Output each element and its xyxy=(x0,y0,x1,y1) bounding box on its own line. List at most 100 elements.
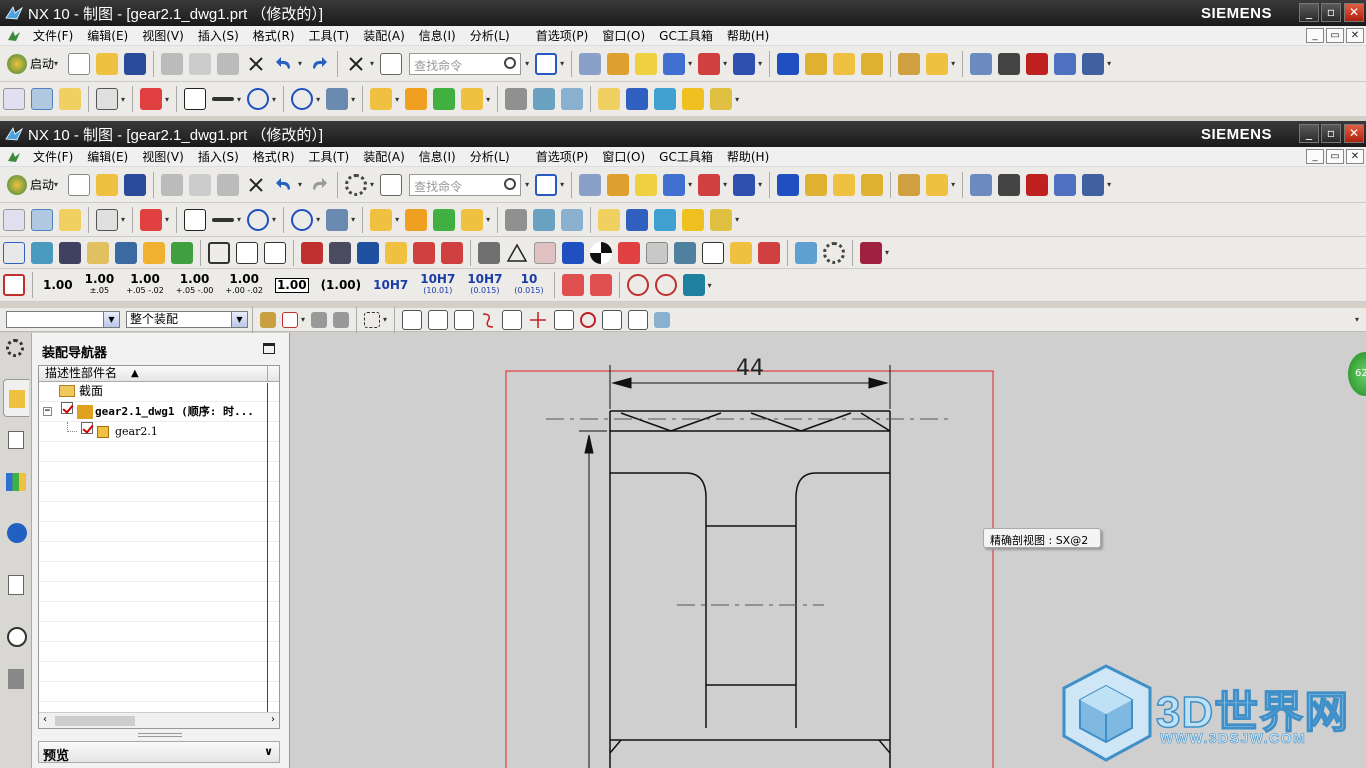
center-mark-icon[interactable] xyxy=(291,88,314,110)
sheet-icon[interactable] xyxy=(970,173,993,196)
view-update-icon[interactable] xyxy=(171,241,193,264)
back-mdi-restore-button[interactable]: ▭ xyxy=(1326,28,1344,43)
back-minimize-button[interactable]: _ xyxy=(1299,3,1319,22)
gear-icon[interactable] xyxy=(823,241,845,264)
visibility-checkbox[interactable] xyxy=(61,402,73,414)
xyz-icon[interactable] xyxy=(618,241,640,264)
column-divider[interactable] xyxy=(267,366,268,381)
tree-column-header[interactable]: 描述性部件名 ▲ xyxy=(39,366,279,382)
stack-icon[interactable] xyxy=(533,88,556,110)
weld-symbol-icon[interactable] xyxy=(702,241,724,264)
menu-info[interactable]: 信息(I) xyxy=(412,148,463,165)
box-icon[interactable] xyxy=(682,208,705,231)
menu-window[interactable]: 窗口(O) xyxy=(595,27,652,44)
abc-icon[interactable] xyxy=(710,208,733,231)
base-view-icon[interactable] xyxy=(59,208,81,231)
abc-dimension-icon[interactable] xyxy=(441,241,463,264)
image-icon[interactable] xyxy=(326,208,349,231)
measure-icon[interactable] xyxy=(733,173,756,196)
tree-row-section[interactable]: 截面 xyxy=(39,382,279,402)
front-minimize-button[interactable]: _ xyxy=(1299,124,1319,143)
image-icon[interactable] xyxy=(326,88,349,110)
snap-intersection-icon[interactable] xyxy=(528,310,548,330)
section-view-icon[interactable] xyxy=(140,208,163,231)
menu-insert[interactable]: 插入(S) xyxy=(191,27,246,44)
label-icon[interactable] xyxy=(598,208,621,231)
new-file-icon[interactable] xyxy=(68,52,91,75)
base-view-icon[interactable] xyxy=(59,88,81,110)
visibility-checkbox[interactable] xyxy=(81,422,93,434)
back-maximize-button[interactable]: ▫ xyxy=(1321,3,1341,22)
surface-finish-icon[interactable] xyxy=(674,241,696,264)
tab-assembly-navigator[interactable] xyxy=(3,379,29,417)
tab-history[interactable] xyxy=(3,619,29,657)
layer-icon[interactable] xyxy=(579,52,602,75)
view-style-icon[interactable] xyxy=(96,88,118,110)
grid-icon[interactable] xyxy=(1082,173,1105,196)
menu-analysis[interactable]: 分析(L) xyxy=(463,27,517,44)
sheet-icon[interactable] xyxy=(970,52,993,75)
delete-icon[interactable] xyxy=(245,174,267,196)
leader-a-icon[interactable] xyxy=(562,241,584,264)
fit-view-icon[interactable] xyxy=(535,173,558,196)
layers-icon[interactable] xyxy=(561,88,584,110)
annotation-icon[interactable] xyxy=(805,173,828,196)
triangle-icon[interactable] xyxy=(506,242,528,264)
assembly-icon[interactable] xyxy=(626,88,649,110)
symbol-icon[interactable] xyxy=(861,173,884,196)
select-icon[interactable] xyxy=(31,88,53,110)
undo-icon[interactable] xyxy=(273,174,295,196)
constraint-icon[interactable] xyxy=(654,88,677,110)
pen-icon[interactable] xyxy=(730,241,752,264)
splitter-handle[interactable] xyxy=(138,733,182,737)
snap-existing-point-icon[interactable] xyxy=(602,309,623,330)
open-folder-icon[interactable] xyxy=(96,52,119,75)
front-mdi-minimize-button[interactable]: _ xyxy=(1306,149,1324,164)
assembly-icon[interactable] xyxy=(626,208,649,231)
front-maximize-button[interactable]: ▫ xyxy=(1321,124,1341,143)
menu-preferences[interactable]: 首选项(P) xyxy=(529,148,596,165)
line-icon[interactable] xyxy=(212,97,235,101)
menu-file[interactable]: 文件(F) xyxy=(26,27,80,44)
snap-on-curve-icon[interactable] xyxy=(628,309,649,330)
section-line-icon[interactable] xyxy=(698,173,721,196)
back-mdi-minimize-button[interactable]: _ xyxy=(1306,28,1324,43)
calendar-icon[interactable] xyxy=(1054,173,1077,196)
select-feature-icon[interactable] xyxy=(282,311,298,328)
snap-control-icon[interactable] xyxy=(502,309,523,330)
menu-tools[interactable]: 工具(T) xyxy=(302,148,357,165)
constraint-icon[interactable] xyxy=(654,208,677,231)
stack-icon[interactable] xyxy=(533,208,556,231)
display-edit-icon[interactable] xyxy=(635,173,658,196)
delete-icon[interactable] xyxy=(245,53,267,75)
radius-leader-icon[interactable] xyxy=(589,274,612,296)
front-mdi-close-button[interactable]: ✕ xyxy=(1346,149,1364,164)
hammer-icon[interactable] xyxy=(405,208,428,231)
tree-row-assembly[interactable]: − gear2.1_dwg1 (顺序: 时... xyxy=(39,402,279,422)
scope-dropdown[interactable]: 整个装配 ▼ xyxy=(126,311,248,328)
tab-roles[interactable] xyxy=(3,661,29,699)
text-icon[interactable] xyxy=(184,208,207,231)
view-style-icon[interactable] xyxy=(96,208,118,231)
snap-center-icon[interactable] xyxy=(554,309,575,330)
menu-insert[interactable]: 插入(S) xyxy=(191,148,246,165)
tab-reuse-library[interactable] xyxy=(3,515,29,553)
chevron-down-icon[interactable]: ▾ xyxy=(1355,315,1359,324)
cut-icon[interactable] xyxy=(161,52,184,75)
tab-part-navigator[interactable] xyxy=(3,463,29,501)
scroll-left-icon[interactable]: ‹ xyxy=(43,714,47,725)
cut-icon[interactable] xyxy=(161,173,184,196)
dimension-style-icon[interactable] xyxy=(3,274,25,296)
table-icon[interactable] xyxy=(998,173,1021,196)
layers-icon[interactable] xyxy=(561,208,584,231)
parts-list-icon[interactable] xyxy=(795,241,817,264)
arrow-dimension-icon[interactable] xyxy=(758,241,780,264)
back-command-search[interactable]: 查找命令 xyxy=(409,52,522,75)
copy-icon[interactable] xyxy=(189,173,212,196)
component-icon[interactable] xyxy=(505,208,528,231)
break-view-icon[interactable] xyxy=(143,241,165,264)
search-view-icon[interactable] xyxy=(247,88,270,110)
save-icon[interactable] xyxy=(124,173,147,196)
snap-quadrant-icon[interactable] xyxy=(580,311,597,328)
help-icon[interactable] xyxy=(1026,52,1049,75)
